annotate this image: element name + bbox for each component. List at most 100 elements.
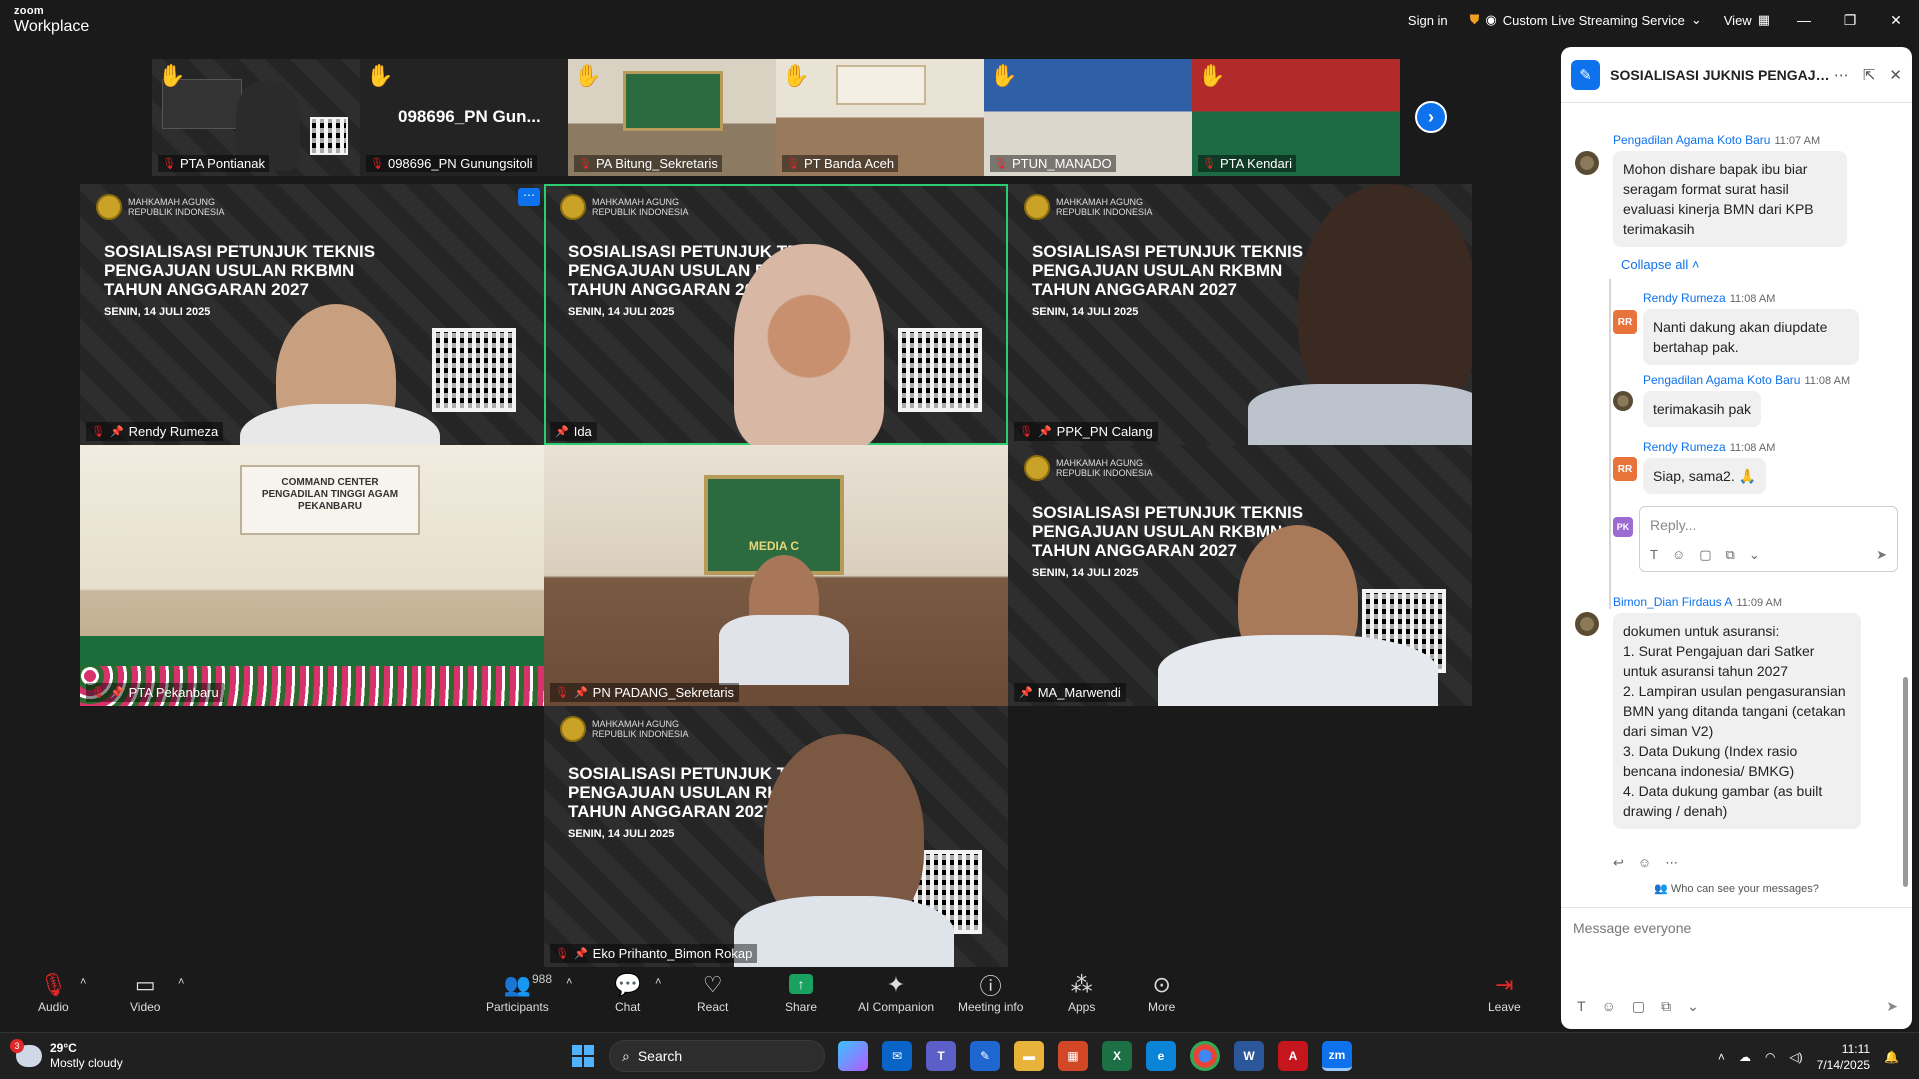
file-explorer-icon[interactable]: ▬ xyxy=(1014,1041,1044,1071)
message-time: 11:08 AM xyxy=(1729,293,1776,305)
react-label: React xyxy=(697,1000,729,1014)
chevron-down-icon[interactable]: ⌄ xyxy=(1749,547,1760,563)
mail-icon[interactable]: ✉ xyxy=(882,1041,912,1071)
video-tile-rendy-rumeza[interactable]: MAHKAMAH AGUNG REPUBLIK INDONESIA SOSIALI… xyxy=(80,184,544,445)
avatar xyxy=(1613,391,1633,411)
thumb-pn-gunungsitoli[interactable]: ✋ 098696_PN Gun... 🎙 098696_PN Gunungsito… xyxy=(360,59,568,176)
chevron-down-icon[interactable]: ⌄ xyxy=(1687,998,1699,1015)
message-compose[interactable]: Message everyone T ☺ ▢ ⧉ ⌄ ➤ xyxy=(1561,907,1912,1029)
add-reaction-icon[interactable]: ☺ xyxy=(1638,855,1651,871)
video-tile-eko-prihanto[interactable]: MAHKAMAH AGUNG REPUBLIK INDONESIA SOSIALI… xyxy=(544,706,1008,967)
store-app-icon[interactable]: ▦ xyxy=(1058,1041,1088,1071)
text-format-icon[interactable]: T xyxy=(1577,998,1586,1015)
more-options-icon[interactable]: ⋯ xyxy=(1834,66,1849,84)
clock[interactable]: 11:11 7/14/2025 xyxy=(1817,1041,1870,1073)
close-window-button[interactable]: ✕ xyxy=(1873,0,1919,40)
react-button[interactable]: ♡ React xyxy=(697,970,728,1014)
live-stream-button[interactable]: ⛊ ◉ Custom Live Streaming Service ⌄ xyxy=(1459,12,1713,28)
leave-button[interactable]: ⇥ Leave xyxy=(1488,970,1521,1014)
ai-companion-button[interactable]: ✦ AI Companion xyxy=(858,970,934,1014)
meeting-info-button[interactable]: ⓘ Meeting info xyxy=(958,970,1023,1014)
video-button[interactable]: ▭ Video xyxy=(130,970,160,1014)
copilot-icon[interactable] xyxy=(838,1041,868,1071)
thumb-label: 🎙 PTUN_MANADO xyxy=(990,155,1116,172)
video-tile-ma-marwendi[interactable]: MAHKAMAH AGUNG REPUBLIK INDONESIA SOSIALI… xyxy=(1008,445,1472,706)
chevron-up-icon[interactable]: ˄ xyxy=(1718,1050,1725,1064)
file-icon[interactable]: ▢ xyxy=(1699,547,1711,563)
pop-out-icon[interactable]: ⇱ xyxy=(1863,66,1876,84)
notification-bell-icon[interactable]: 🔔 xyxy=(1884,1050,1899,1064)
video-tile-ida[interactable]: MAHKAMAH AGUNG REPUBLIK INDONESIA SOSIALI… xyxy=(544,184,1008,445)
participants-options-caret[interactable]: ˄ xyxy=(566,976,572,988)
volume-icon[interactable]: ◁) xyxy=(1789,1050,1802,1064)
word-icon[interactable]: W xyxy=(1234,1041,1264,1071)
thumb-ptun-manado[interactable]: ✋ 🎙 PTUN_MANADO xyxy=(984,59,1192,176)
view-button[interactable]: View ▦ xyxy=(1713,12,1781,28)
pen-app-icon[interactable]: ✎ xyxy=(970,1041,1000,1071)
reply-icon[interactable]: ↩ xyxy=(1613,855,1624,871)
apps-button[interactable]: ⁂ Apps xyxy=(1068,970,1095,1014)
avatar-pk: PK xyxy=(1613,517,1633,537)
video-tile-pn-padang[interactable]: MEDIA C 🎙 📌 PN PADANG_Sekretaris xyxy=(544,445,1008,706)
video-tile-ppk-pn-calang[interactable]: MAHKAMAH AGUNG REPUBLIK INDONESIA SOSIALI… xyxy=(1008,184,1472,445)
participant-shirt xyxy=(240,404,440,445)
chat-scrollbar[interactable] xyxy=(1903,677,1908,887)
pdf-reader-icon[interactable]: A xyxy=(1278,1041,1308,1071)
sign-in-button[interactable]: Sign in xyxy=(1397,13,1459,28)
minimize-button[interactable]: — xyxy=(1781,0,1827,40)
file-icon[interactable]: ▢ xyxy=(1632,998,1645,1015)
send-icon[interactable]: ➤ xyxy=(1876,547,1887,563)
collapse-all-button[interactable]: Collapse all ˄ xyxy=(1621,257,1699,272)
slide-logo: MAHKAMAH AGUNG REPUBLIK INDONESIA xyxy=(560,194,689,220)
more-button[interactable]: ⊙ More xyxy=(1148,970,1175,1014)
slide-date: SENIN, 14 JULI 2025 xyxy=(104,306,211,318)
ai-companion-label: AI Companion xyxy=(858,1000,935,1014)
thumb-pa-bitung[interactable]: ✋ 🎙 PA Bitung_Sekretaris xyxy=(568,59,776,176)
windows-start-icon[interactable] xyxy=(572,1045,594,1067)
next-page-button[interactable]: › xyxy=(1415,101,1447,133)
tile-options-button[interactable]: ⋯ xyxy=(518,188,540,206)
heart-icon: ♡ xyxy=(702,972,723,997)
message-text: dokumen untuk asuransi: 1. Surat Pengaju… xyxy=(1613,613,1861,829)
thumb-pta-pontianak[interactable]: ✋ 🎙 PTA Pontianak xyxy=(152,59,360,176)
slide-logo: MAHKAMAH AGUNG REPUBLIK INDONESIA xyxy=(1024,455,1153,481)
emoji-icon[interactable]: ☺ xyxy=(1602,998,1616,1015)
close-icon[interactable]: ✕ xyxy=(1889,66,1902,84)
send-icon[interactable]: ➤ xyxy=(1886,998,1898,1015)
qr-code xyxy=(310,117,348,155)
sender-name: Pengadilan Agama Koto Baru xyxy=(1613,133,1771,147)
wifi-icon[interactable]: ◠ xyxy=(1765,1050,1775,1064)
teams-icon[interactable]: T xyxy=(926,1041,956,1071)
thumb-pta-kendari[interactable]: ✋ 🎙 PTA Kendari xyxy=(1192,59,1400,176)
slide-date: SENIN, 14 JULI 2025 xyxy=(1032,567,1139,579)
zoom-window: zoom Workplace Sign in ⛊ ◉ Custom Live S… xyxy=(0,0,1919,1079)
chat-options-caret[interactable]: ˄ xyxy=(655,976,661,988)
maximize-button[interactable]: ❐ xyxy=(1827,0,1873,40)
who-can-see-link[interactable]: 👥 Who can see your messages? xyxy=(1561,882,1912,895)
reply-input[interactable]: Reply... T ☺ ▢ ⧉ ⌄ ➤ xyxy=(1639,506,1898,572)
mic-muted-icon: 🎙 xyxy=(91,687,105,699)
screenshot-icon[interactable]: ⧉ xyxy=(1726,547,1735,563)
text-format-icon[interactable]: T xyxy=(1650,547,1658,563)
org-line1: MAHKAMAH AGUNG xyxy=(128,197,216,207)
onedrive-icon[interactable]: ☁ xyxy=(1739,1050,1751,1064)
more-icon[interactable]: ⋯ xyxy=(1665,855,1678,871)
zoom-taskbar-icon[interactable]: zm xyxy=(1322,1041,1352,1071)
edge-icon[interactable]: e xyxy=(1146,1041,1176,1071)
chat-button[interactable]: 💬 Chat xyxy=(614,970,641,1014)
thumb-pt-banda-aceh[interactable]: ✋ 🎙 PT Banda Aceh xyxy=(776,59,984,176)
excel-icon[interactable]: X xyxy=(1102,1041,1132,1071)
emoji-icon[interactable]: ☺ xyxy=(1672,547,1685,563)
screenshot-icon[interactable]: ⧉ xyxy=(1661,998,1671,1015)
audio-options-caret[interactable]: ˄ xyxy=(80,976,86,988)
taskbar-search[interactable]: ⌕ Search xyxy=(609,1040,825,1072)
raised-hand-icon: ✋ xyxy=(782,63,810,88)
mic-muted-icon: 🎙 xyxy=(555,948,569,960)
share-button[interactable]: ↑ Share xyxy=(785,970,817,1014)
broadcast-icon: ◉ xyxy=(1485,12,1497,27)
audio-button[interactable]: 🎙 Audio xyxy=(38,970,69,1014)
video-tile-pta-pekanbaru[interactable]: COMMAND CENTER PENGADILAN TINGGI AGAM PE… xyxy=(80,445,544,706)
weather-widget[interactable]: 3 29°C Mostly cloudy xyxy=(10,1039,123,1071)
video-options-caret[interactable]: ˄ xyxy=(178,976,184,988)
chrome-icon[interactable] xyxy=(1190,1041,1220,1071)
